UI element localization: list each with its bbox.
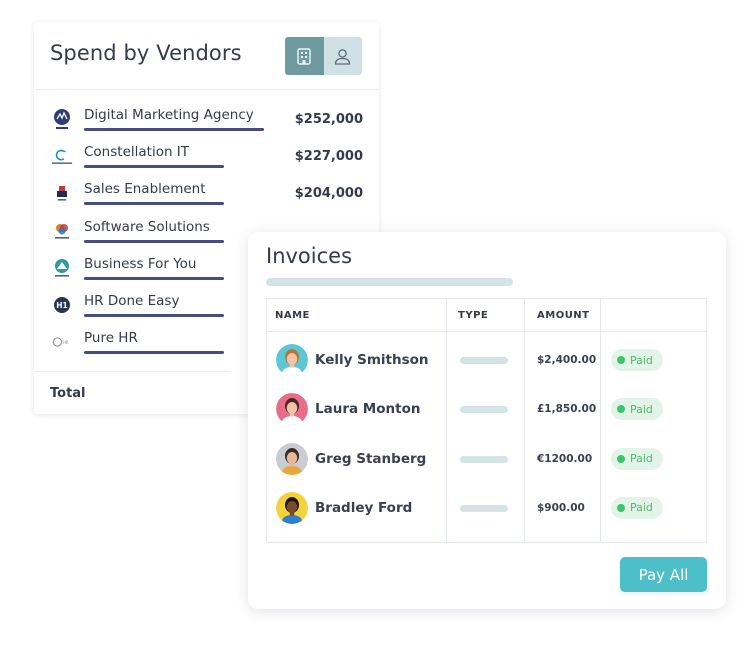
view-by-company-button[interactable] bbox=[285, 37, 324, 75]
table-row[interactable]: Greg Stanberg €1200.00 Paid bbox=[267, 436, 706, 485]
vendors-card-header: Spend by Vendors bbox=[34, 22, 379, 90]
status-dot-icon bbox=[617, 356, 625, 364]
vendor-logo-icon bbox=[51, 182, 73, 204]
svg-text:HR: HR bbox=[63, 340, 69, 345]
avatar bbox=[276, 393, 308, 426]
table-row[interactable]: Laura Monton £1,850.00 Paid bbox=[267, 386, 706, 435]
vendor-logo-graphic bbox=[54, 109, 70, 129]
status-label: Paid bbox=[630, 402, 653, 416]
user-icon bbox=[335, 48, 351, 65]
invoice-type-placeholder bbox=[460, 455, 508, 463]
vendor-name: Sales Enablement bbox=[84, 181, 206, 198]
vendor-spend-bar bbox=[84, 165, 225, 169]
vendor-logo-graphic: H1 bbox=[54, 297, 70, 313]
vendor-spend-bar bbox=[84, 314, 225, 317]
vendor-logo-icon bbox=[51, 108, 73, 130]
vendor-row[interactable]: Sales Enablement $204,000 bbox=[34, 179, 379, 216]
status-badge: Paid bbox=[611, 349, 663, 371]
status-label: Paid bbox=[630, 452, 653, 466]
table-row[interactable]: Kelly Smithson $2,400.00 Paid bbox=[267, 337, 706, 386]
status-dot-icon bbox=[617, 454, 625, 463]
invoice-payee-name: Kelly Smithson bbox=[315, 352, 429, 368]
person-avatar-icon bbox=[276, 491, 308, 524]
person-avatar-icon bbox=[276, 393, 308, 426]
vendor-name: Pure HR bbox=[84, 330, 138, 347]
vendor-logo-graphic bbox=[51, 149, 73, 165]
invoice-payee-name: Laura Monton bbox=[315, 401, 421, 418]
status-badge: Paid bbox=[611, 447, 663, 470]
invoice-payee-name: Bradley Ford bbox=[315, 499, 413, 516]
svg-text:H1: H1 bbox=[56, 301, 68, 310]
column-header-amount: AMOUNT bbox=[537, 310, 590, 321]
view-toggle bbox=[285, 37, 362, 75]
view-by-person-button[interactable] bbox=[323, 37, 362, 75]
vendor-name: HR Done Easy bbox=[84, 293, 180, 309]
vendor-name: Software Solutions bbox=[84, 218, 210, 235]
column-header-name: NAME bbox=[275, 310, 310, 321]
table-row[interactable]: Bradley Ford $900.00 Paid bbox=[267, 485, 706, 534]
avatar bbox=[276, 442, 308, 475]
vendor-logo-icon bbox=[51, 257, 73, 279]
invoices-title: Invoices bbox=[266, 244, 353, 268]
avatar bbox=[276, 344, 308, 376]
vendor-spend-bar bbox=[84, 128, 264, 131]
invoices-subtitle-placeholder bbox=[266, 278, 513, 286]
invoice-type-placeholder bbox=[460, 504, 508, 512]
person-avatar-icon bbox=[276, 344, 308, 376]
table-header: NAME TYPE AMOUNT bbox=[267, 299, 706, 332]
invoice-amount: £1,850.00 bbox=[537, 403, 597, 416]
pay-all-button[interactable]: Pay All bbox=[620, 557, 707, 592]
invoice-type-placeholder bbox=[460, 357, 508, 364]
status-badge: Paid bbox=[611, 398, 663, 421]
vendor-logo-icon: HR bbox=[51, 331, 73, 353]
vendor-logo-icon bbox=[51, 220, 73, 242]
vendor-name: Business For You bbox=[84, 255, 197, 272]
vendor-spend-bar bbox=[84, 351, 225, 355]
vendor-logo-icon bbox=[51, 145, 73, 167]
vendor-row[interactable]: Constellation IT $227,000 bbox=[34, 142, 379, 179]
vendor-spend-bar bbox=[84, 276, 225, 280]
vendor-name: Digital Marketing Agency bbox=[84, 107, 254, 123]
vendor-row[interactable]: Digital Marketing Agency $252,000 bbox=[34, 105, 379, 142]
status-dot-icon bbox=[617, 405, 625, 414]
vendor-amount: $227,000 bbox=[294, 149, 363, 165]
status-badge: Paid bbox=[611, 496, 663, 519]
vendors-title: Spend by Vendors bbox=[50, 41, 242, 65]
divider bbox=[34, 371, 230, 372]
status-label: Paid bbox=[630, 353, 653, 367]
status-label: Paid bbox=[630, 501, 653, 515]
invoice-amount: $2,400.00 bbox=[537, 354, 597, 366]
building-icon bbox=[297, 47, 311, 65]
person-avatar-icon bbox=[276, 442, 308, 475]
column-header-type: TYPE bbox=[458, 310, 489, 321]
vendor-name: Constellation IT bbox=[84, 144, 190, 161]
invoices-table: NAME TYPE AMOUNT Kelly Smithson $2,400.0… bbox=[266, 298, 707, 543]
vendor-logo-graphic bbox=[55, 258, 69, 277]
total-label: Total bbox=[50, 386, 86, 401]
invoice-amount: €1200.00 bbox=[537, 452, 593, 465]
vendor-logo-icon: H1 bbox=[51, 294, 73, 316]
vendor-logo-graphic bbox=[57, 186, 67, 201]
vendor-amount: $252,000 bbox=[294, 112, 363, 127]
status-dot-icon bbox=[617, 503, 625, 512]
invoices-card: Invoices NAME TYPE AMOUNT Kelly Smithson bbox=[248, 232, 726, 609]
avatar bbox=[276, 491, 308, 524]
vendor-spend-bar bbox=[84, 202, 225, 206]
vendor-logo-graphic: HR bbox=[52, 337, 69, 347]
vendor-spend-bar bbox=[84, 239, 225, 243]
invoice-payee-name: Greg Stanberg bbox=[315, 450, 427, 467]
invoice-type-placeholder bbox=[460, 406, 508, 414]
invoice-amount: $900.00 bbox=[537, 501, 585, 514]
vendor-logo-graphic bbox=[55, 223, 69, 239]
vendor-amount: $204,000 bbox=[294, 186, 363, 202]
